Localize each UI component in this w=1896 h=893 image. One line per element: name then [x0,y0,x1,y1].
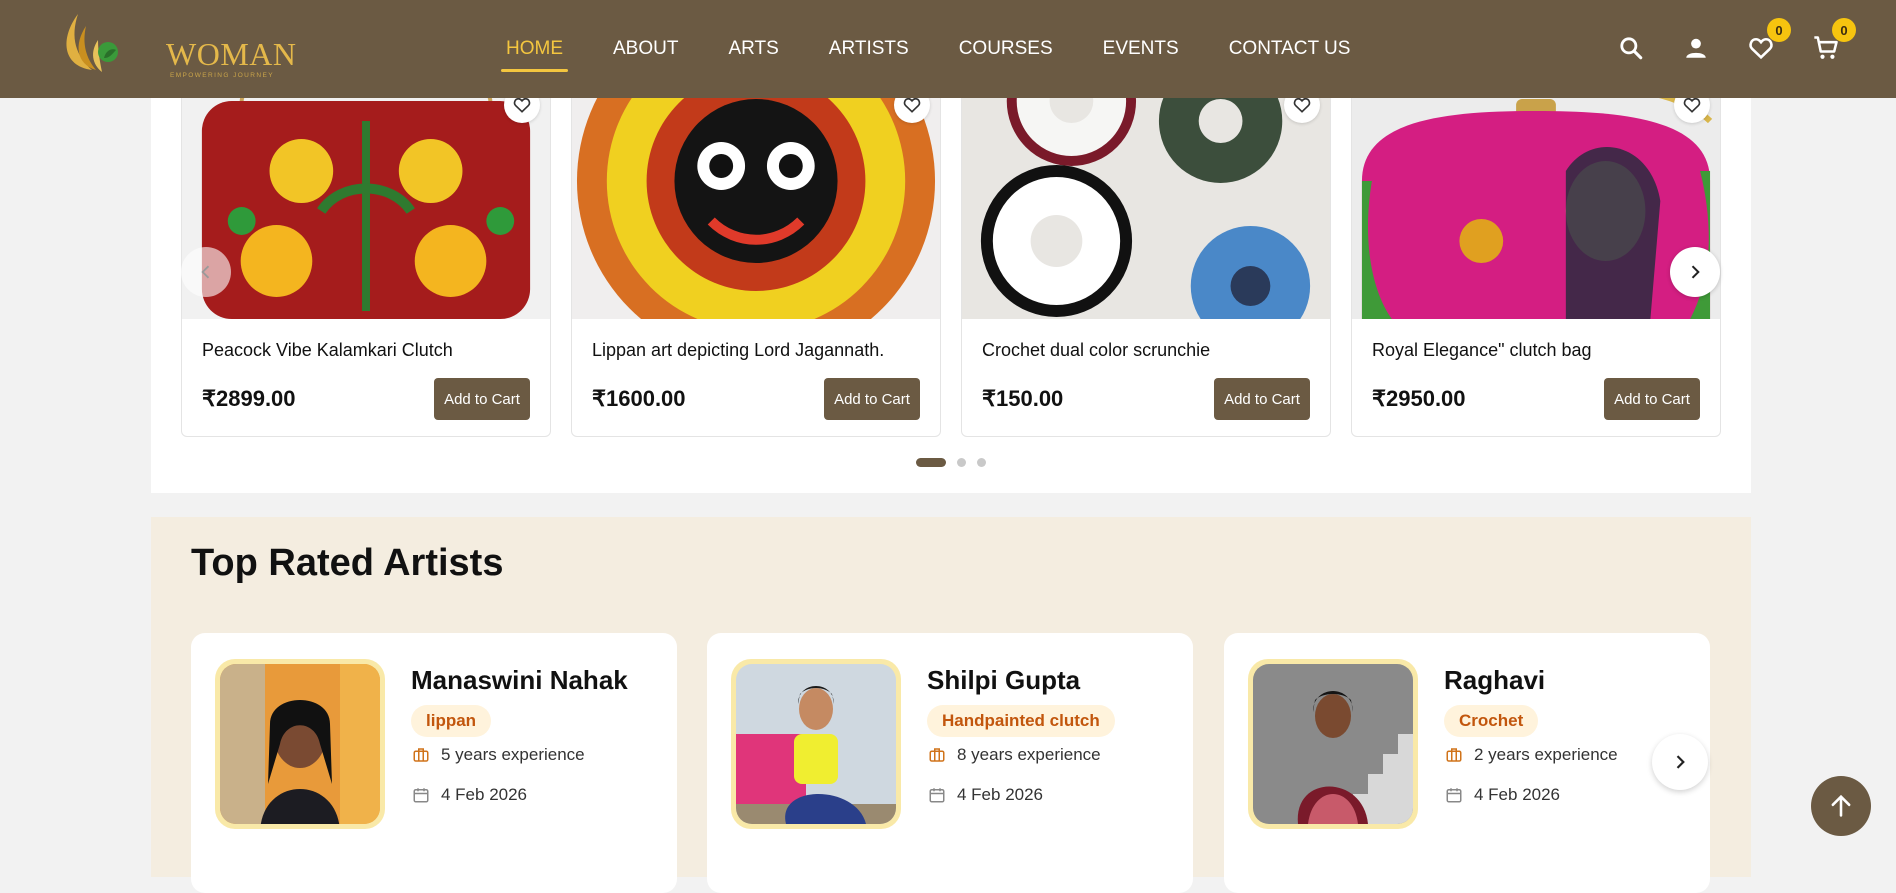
add-to-cart-button[interactable]: Add to Cart [824,378,920,420]
product-card[interactable]: Crochet dual color scrunchie ₹150.00 Add… [961,60,1331,437]
arrow-up-icon [1831,794,1851,817]
logo-tagline: EMPOWERING JOURNEY [170,72,274,79]
product-image[interactable] [182,61,550,319]
heart-outline-icon [903,97,921,113]
search-icon [1620,37,1643,60]
product-image[interactable] [1352,61,1720,319]
artist-specialty-tag: Handpainted clutch [927,705,1115,737]
artist-name[interactable]: Raghavi [1444,665,1545,696]
wishlist-count-badge: 0 [1767,18,1791,42]
artist-join-date: 4 Feb 2026 [1444,785,1560,805]
nav-home[interactable]: HOME [501,38,568,72]
artist-card[interactable]: Manaswini Nahak lippan 5 years experienc… [191,633,677,893]
product-card[interactable]: Peacock Vibe Kalamkari Clutch ₹2899.00 A… [181,60,551,437]
calendar-icon [1444,785,1464,805]
product-title[interactable]: Royal Elegance" clutch bag [1372,340,1592,361]
heart-outline-icon [1293,97,1311,113]
product-price: ₹2899.00 [202,386,296,411]
product-title[interactable]: Lippan art depicting Lord Jagannath. [592,340,884,361]
product-card[interactable]: Lippan art depicting Lord Jagannath. ₹16… [571,60,941,437]
artist-experience: 8 years experience [927,745,1101,765]
site-header: WOMAN EMPOWERING JOURNEY HOME ABOUT ARTS… [0,0,1896,98]
heart-outline-icon [513,97,531,113]
product-title[interactable]: Crochet dual color scrunchie [982,340,1210,361]
brand-logo[interactable]: WOMAN EMPOWERING JOURNEY [52,8,296,79]
artist-specialty-tag: Crochet [1444,705,1539,737]
product-image[interactable] [572,61,940,319]
nav-arts[interactable]: ARTS [728,38,778,60]
scroll-to-top-button[interactable] [1811,776,1871,836]
product-image[interactable] [962,61,1330,319]
chevron-right-icon [1676,755,1685,769]
calendar-icon [411,785,431,805]
briefcase-icon [411,745,431,765]
date-text: 4 Feb 2026 [441,785,528,804]
add-to-cart-button[interactable]: Add to Cart [1604,378,1700,420]
cart-button[interactable]: 0 [1808,18,1856,66]
carousel-next-button[interactable] [1670,247,1720,297]
user-icon [1686,38,1706,58]
nav-contact-us[interactable]: CONTACT US [1229,38,1351,60]
cart-count-badge: 0 [1832,18,1856,42]
product-price: ₹2950.00 [1372,386,1466,411]
date-text: 4 Feb 2026 [1474,785,1561,804]
heart-outline-icon [1683,97,1701,113]
wishlist-button[interactable]: 0 [1743,18,1791,66]
briefcase-icon [1444,745,1464,765]
artist-avatar[interactable] [215,659,385,829]
product-card[interactable]: Royal Elegance" clutch bag ₹2950.00 Add … [1351,60,1721,437]
section-title: Top Rated Artists [191,542,504,584]
briefcase-icon [927,745,947,765]
carousel-dot[interactable] [916,458,946,467]
nav-events[interactable]: EVENTS [1103,38,1179,60]
artist-avatar[interactable] [1248,659,1418,829]
artist-experience: 5 years experience [411,745,585,765]
carousel-dot[interactable] [977,458,986,467]
logo-text: WOMAN [166,36,297,72]
add-to-cart-button[interactable]: Add to Cart [1214,378,1310,420]
product-price: ₹150.00 [982,386,1064,411]
artist-name[interactable]: Shilpi Gupta [927,665,1080,696]
experience-text: 2 years experience [1474,745,1618,764]
artist-experience: 2 years experience [1444,745,1618,765]
chevron-right-icon [1691,265,1700,279]
experience-text: 8 years experience [957,745,1101,764]
account-button[interactable] [1678,30,1714,66]
nav-courses[interactable]: COURSES [959,38,1053,60]
artist-specialty-tag: lippan [411,705,492,737]
artist-card[interactable]: Raghavi Crochet 2 years experience 4 Feb… [1224,633,1710,893]
artists-next-button[interactable] [1652,734,1708,790]
carousel-prev-button[interactable] [181,247,231,297]
main-nav: HOME ABOUT ARTS ARTISTS COURSES EVENTS C… [501,0,1400,98]
artist-join-date: 4 Feb 2026 [927,785,1043,805]
chevron-left-icon [201,265,210,279]
product-title[interactable]: Peacock Vibe Kalamkari Clutch [202,340,453,361]
carousel-pagination [916,458,997,467]
artist-avatar[interactable] [731,659,901,829]
logo-emblem-icon [66,14,118,72]
add-to-cart-button[interactable]: Add to Cart [434,378,530,420]
artist-join-date: 4 Feb 2026 [411,785,527,805]
artist-name[interactable]: Manaswini Nahak [411,665,628,696]
product-price: ₹1600.00 [592,386,686,411]
nav-artists[interactable]: ARTISTS [829,38,909,60]
search-button[interactable] [1613,30,1649,66]
artist-card[interactable]: Shilpi Gupta Handpainted clutch 8 years … [707,633,1193,893]
calendar-icon [927,785,947,805]
nav-about[interactable]: ABOUT [613,38,678,60]
experience-text: 5 years experience [441,745,585,764]
date-text: 4 Feb 2026 [957,785,1044,804]
carousel-dot[interactable] [957,458,966,467]
